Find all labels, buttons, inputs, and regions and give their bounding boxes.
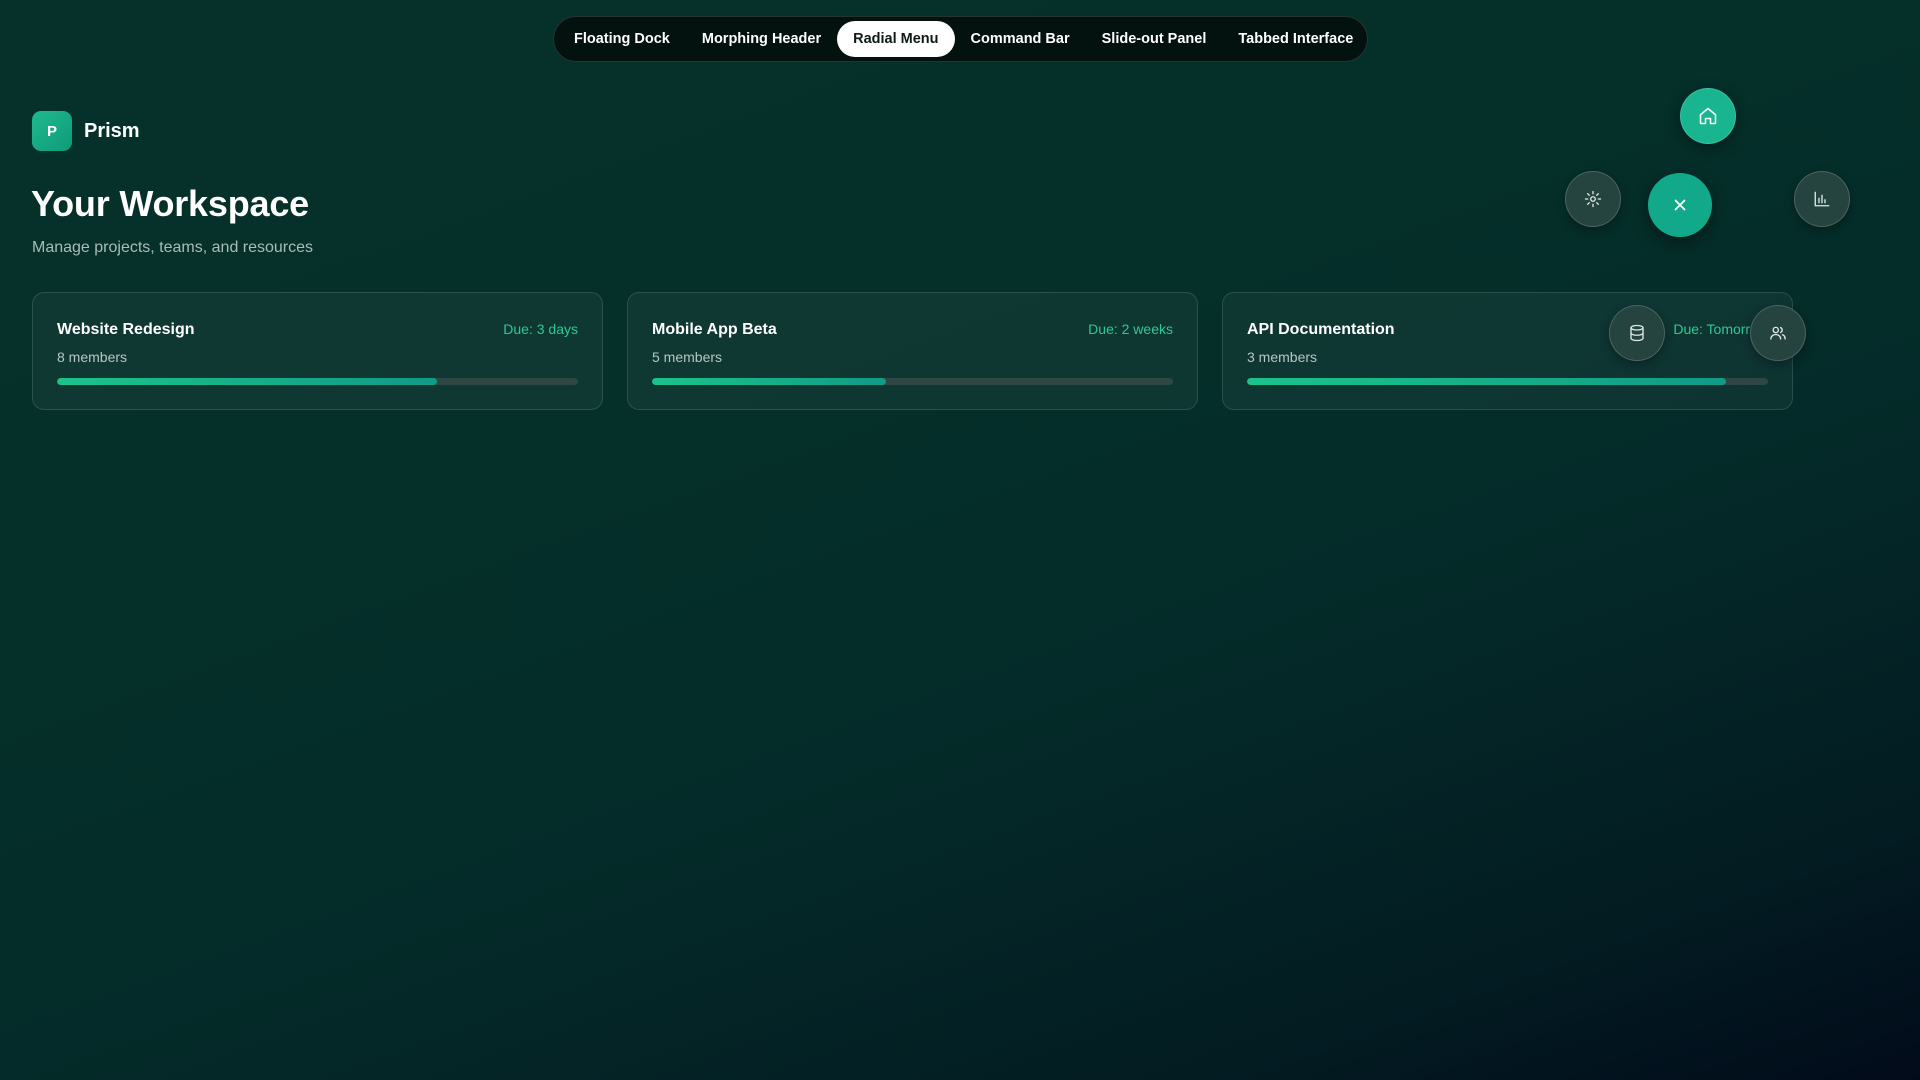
users-icon [1770,326,1786,340]
project-due: Due: 3 days [503,321,578,337]
brand-logo: P [32,111,72,151]
page-subtitle: Manage projects, teams, and resources [32,239,314,256]
tab-morphing-header[interactable]: Morphing Header [686,21,837,57]
project-card-list: Website Redesign 8 members Due: 3 days M… [32,292,1793,410]
tab-command-bar[interactable]: Command Bar [955,21,1086,57]
radial-database-button[interactable] [1609,305,1665,361]
radial-analytics-button[interactable] [1794,171,1850,227]
project-card[interactable]: Website Redesign 8 members Due: 3 days [32,292,603,410]
progress-fill [652,378,887,385]
project-members: 5 members [652,349,723,365]
brand[interactable]: P Prism [32,111,140,151]
project-members: 8 members [57,349,128,365]
database-icon [1630,324,1644,342]
project-members: 3 members [1247,349,1318,365]
tab-slide-out-panel[interactable]: Slide-out Panel [1086,21,1223,57]
progress-bar [57,378,578,385]
project-card[interactable]: API Documentation 3 members Due: Tomorro… [1222,292,1793,410]
settings-icon [1584,190,1602,208]
project-card[interactable]: Mobile App Beta 5 members Due: 2 weeks [627,292,1198,410]
radial-users-button[interactable] [1750,305,1806,361]
progress-bar [652,378,1173,385]
project-due: Due: 2 weeks [1088,321,1173,337]
tab-floating-dock[interactable]: Floating Dock [558,21,686,57]
radial-settings-button[interactable] [1565,171,1621,227]
project-title: Website Redesign [57,321,195,338]
progress-fill [57,378,438,385]
radial-home-button[interactable] [1680,88,1736,144]
radial-menu-toggle-button[interactable] [1648,173,1712,237]
analytics-icon [1814,191,1830,207]
tab-radial-menu[interactable]: Radial Menu [837,21,955,57]
close-icon [1674,199,1686,211]
brand-name: Prism [84,119,140,142]
demo-variant-nav: Floating Dock Morphing Header Radial Men… [553,16,1368,62]
home-icon [1699,107,1717,125]
page-title: Your Workspace [31,183,309,224]
progress-bar [1247,378,1768,385]
progress-fill [1247,378,1727,385]
tab-tabbed-interface[interactable]: Tabbed Interface [1222,21,1369,57]
